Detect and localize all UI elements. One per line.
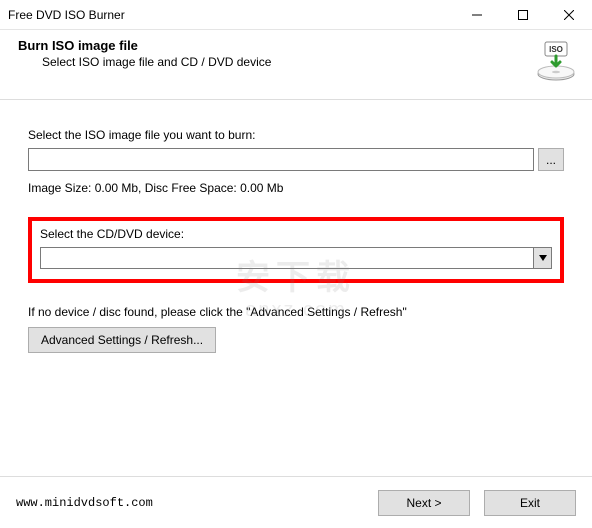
next-button[interactable]: Next > xyxy=(378,490,470,516)
svg-text:ISO: ISO xyxy=(549,45,563,54)
browse-button[interactable]: ... xyxy=(538,148,564,171)
iso-file-label: Select the ISO image file you want to bu… xyxy=(28,128,564,142)
page-subtitle: Select ISO image file and CD / DVD devic… xyxy=(18,55,532,69)
iso-file-input[interactable] xyxy=(28,148,534,171)
iso-disc-icon: ISO xyxy=(535,40,577,85)
exit-button[interactable]: Exit xyxy=(484,490,576,516)
device-label: Select the CD/DVD device: xyxy=(40,227,552,241)
title-bar: Free DVD ISO Burner xyxy=(0,0,592,30)
close-button[interactable] xyxy=(546,0,592,30)
size-info: Image Size: 0.00 Mb, Disc Free Space: 0.… xyxy=(28,181,564,195)
wizard-footer: www.minidvdsoft.com Next > Exit xyxy=(0,476,592,528)
advanced-settings-button[interactable]: Advanced Settings / Refresh... xyxy=(28,327,216,353)
footer-url: www.minidvdsoft.com xyxy=(16,496,364,510)
maximize-button[interactable] xyxy=(500,0,546,30)
chevron-down-icon[interactable] xyxy=(533,248,551,268)
device-combobox[interactable] xyxy=(40,247,552,269)
device-highlight-box: Select the CD/DVD device: xyxy=(28,217,564,283)
page-title: Burn ISO image file xyxy=(18,38,532,53)
wizard-content: Select the ISO image file you want to bu… xyxy=(0,100,592,353)
window-title: Free DVD ISO Burner xyxy=(0,8,454,22)
no-device-text: If no device / disc found, please click … xyxy=(28,305,564,319)
wizard-header: Burn ISO image file Select ISO image fil… xyxy=(0,30,592,100)
minimize-button[interactable] xyxy=(454,0,500,30)
